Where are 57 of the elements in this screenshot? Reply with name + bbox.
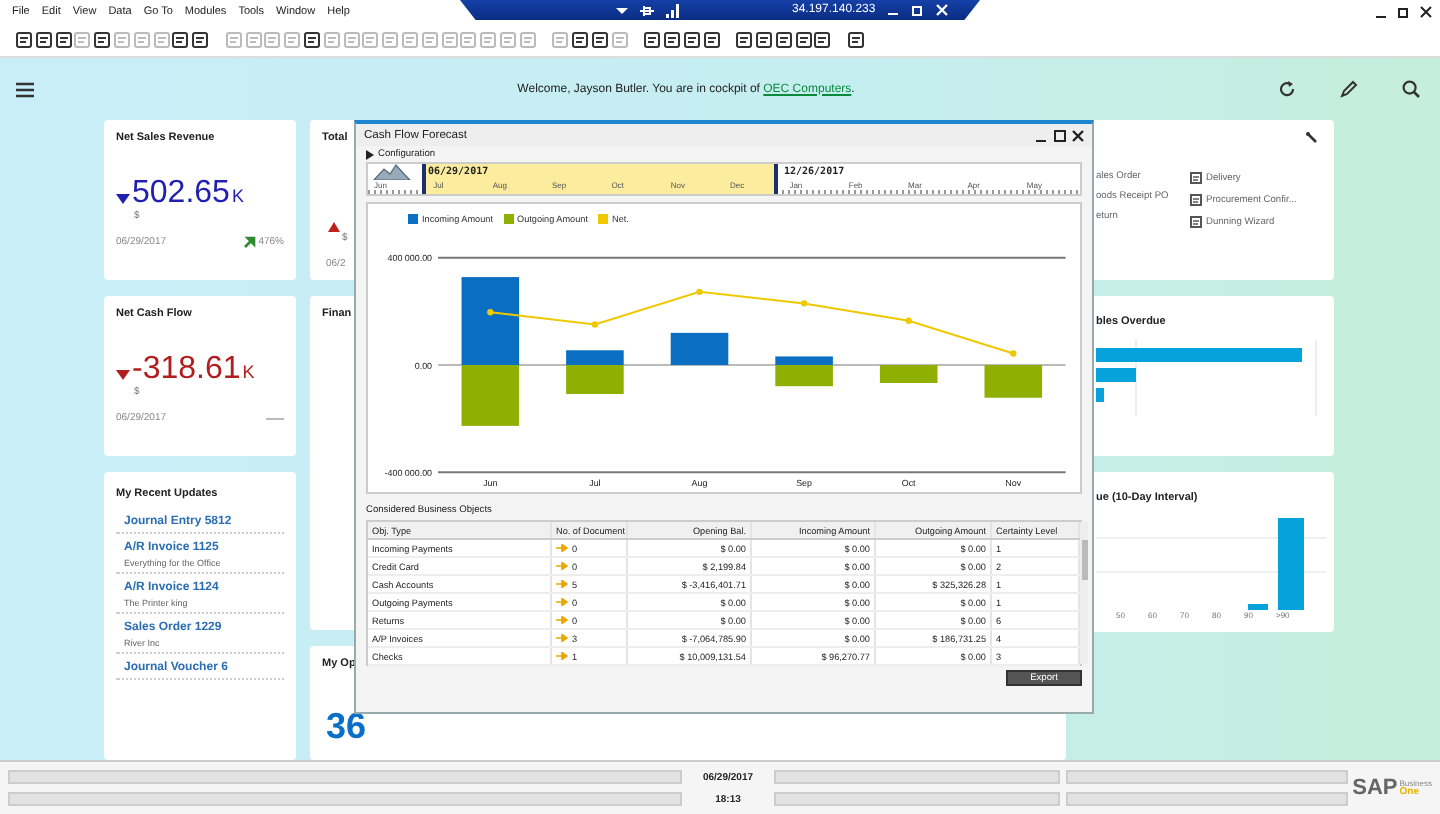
line-point	[800, 300, 808, 307]
kpi-value: -318.61	[132, 354, 241, 386]
count-value: 36	[326, 706, 369, 748]
toolbar-icon[interactable]	[756, 31, 773, 47]
line-point	[1010, 350, 1017, 357]
toolbar-icon[interactable]	[814, 31, 831, 47]
kpi-value: 502.65	[132, 178, 230, 210]
document-icon[interactable]	[1190, 172, 1202, 184]
line-point	[696, 288, 703, 295]
refresh-icon[interactable]	[1278, 80, 1296, 98]
line-point	[905, 317, 912, 324]
selected-range[interactable]	[422, 164, 778, 194]
toolbar-icon[interactable]	[192, 31, 209, 47]
toolbar-icon[interactable]	[848, 31, 865, 47]
toolbar-icon[interactable]	[55, 31, 72, 47]
toolbar-icon[interactable]	[683, 31, 700, 47]
scrollbar[interactable]	[1080, 522, 1088, 664]
logo-brand: SAP	[1352, 776, 1398, 800]
dash-icon	[266, 415, 284, 421]
scroll-thumb[interactable]	[1081, 540, 1087, 580]
up-arrow-icon	[244, 236, 257, 248]
toolbar-icon[interactable]	[775, 31, 792, 47]
toolbar-icon[interactable]	[172, 31, 189, 47]
menu-icon[interactable]	[16, 81, 34, 97]
toolbar-icon[interactable]	[591, 31, 608, 47]
toolbar-icon[interactable]	[664, 31, 681, 47]
down-triangle-icon	[116, 193, 130, 203]
toolbar-icon[interactable]	[94, 31, 111, 47]
kpi-suffix: K	[242, 362, 255, 382]
toolbar-icon[interactable]	[16, 31, 32, 47]
document-icon[interactable]	[1190, 216, 1202, 228]
restore-icon[interactable]	[1398, 5, 1410, 17]
close-icon[interactable]	[1072, 129, 1084, 141]
toolbar-icon[interactable]	[644, 31, 661, 47]
line-point	[487, 308, 494, 316]
pencil-icon[interactable]	[1340, 80, 1358, 98]
chart-bar	[670, 332, 729, 365]
kpi-suffix: K	[231, 186, 244, 206]
toolbar-icon[interactable]	[703, 31, 720, 47]
close-icon[interactable]	[1420, 5, 1432, 17]
chart-bar	[984, 364, 1043, 398]
toolbar-icon[interactable]	[795, 31, 812, 47]
toolbar-icon[interactable]	[303, 31, 320, 47]
toolbar-icon[interactable]	[572, 31, 589, 47]
up-triangle-icon	[328, 222, 340, 232]
expand-triangle-icon[interactable]	[366, 149, 374, 159]
tool-icon[interactable]	[1306, 132, 1318, 144]
document-icon[interactable]	[1190, 194, 1202, 206]
maximize-icon[interactable]	[1054, 129, 1066, 141]
down-triangle-icon	[116, 369, 130, 379]
caret-icon[interactable]	[616, 5, 628, 15]
toolbar-icon[interactable]	[736, 31, 753, 47]
line-point	[591, 321, 599, 328]
pin-icon[interactable]	[640, 3, 654, 17]
search-icon[interactable]	[1402, 80, 1420, 98]
toolbar-icon[interactable]	[35, 31, 52, 47]
mini-chart-icon	[372, 164, 412, 180]
